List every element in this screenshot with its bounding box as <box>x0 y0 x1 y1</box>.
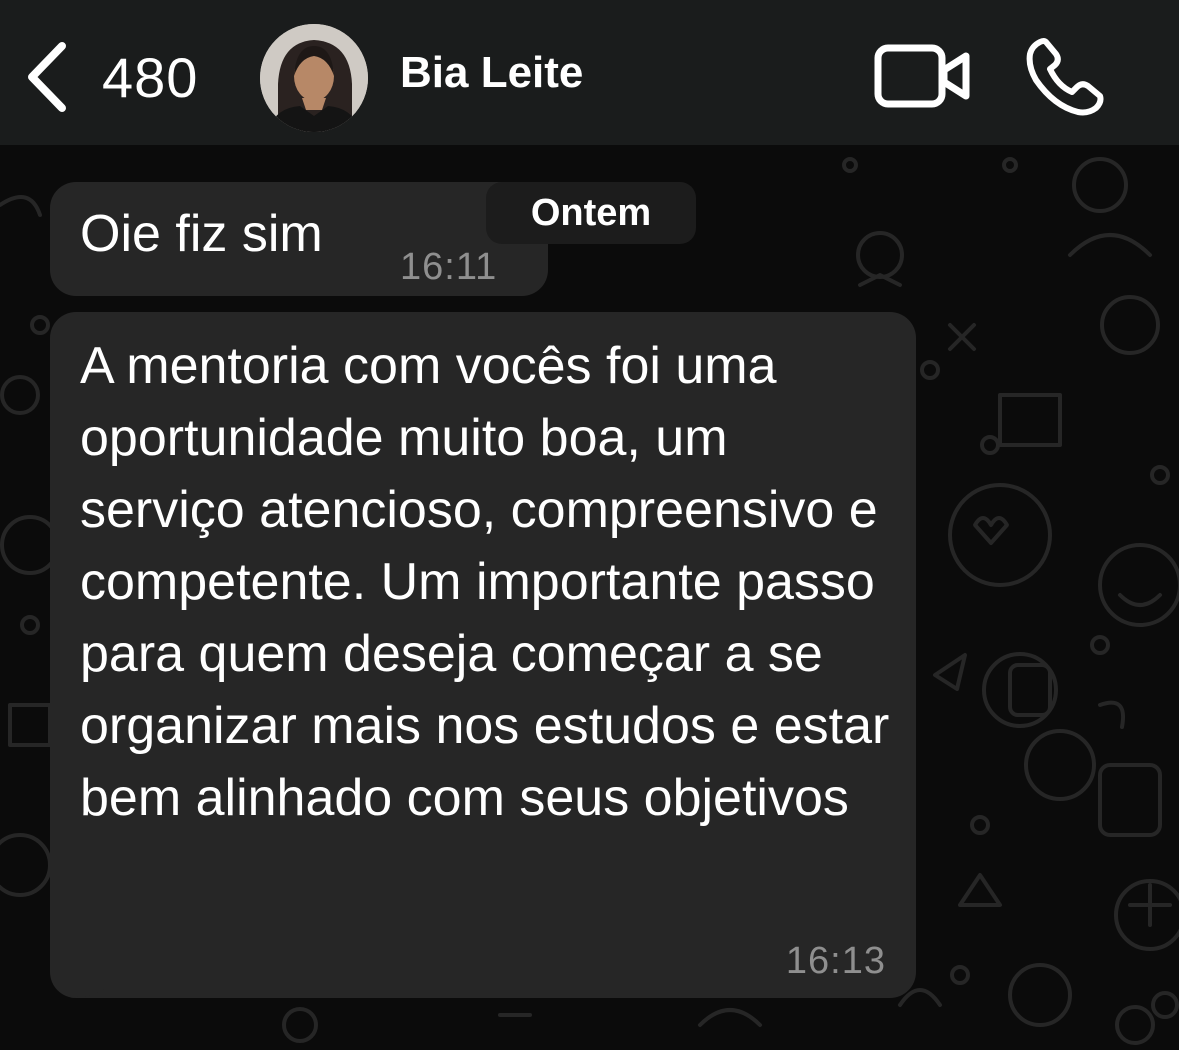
message-time: 16:11 <box>400 246 498 288</box>
chevron-left-icon <box>28 42 66 112</box>
message-time: 16:13 <box>785 940 886 982</box>
video-call-button[interactable] <box>874 44 970 108</box>
avatar[interactable] <box>260 24 368 132</box>
voice-call-button[interactable] <box>1024 36 1104 116</box>
message-bubble[interactable]: A mentoria com vocês foi uma oportunidad… <box>50 312 916 998</box>
message-text: A mentoria com vocês foi uma oportunidad… <box>80 337 890 827</box>
bubble-tail <box>70 964 108 998</box>
message-bubble[interactable]: Oie fiz sim 16:11 <box>50 182 548 296</box>
unread-count: 480 <box>102 45 199 109</box>
message-text: Oie fiz sim <box>80 205 323 263</box>
chat-header: 480 Bia Leite <box>0 0 1179 145</box>
back-button[interactable]: 480 <box>22 40 222 114</box>
date-separator: Ontem <box>486 182 696 244</box>
video-camera-icon <box>874 44 970 108</box>
contact-name[interactable]: Bia Leite <box>400 48 583 98</box>
phone-icon <box>1026 38 1104 116</box>
chat-screen: 480 Bia Leite Ontem Oie fiz sim 16:11 A … <box>0 0 1179 1050</box>
